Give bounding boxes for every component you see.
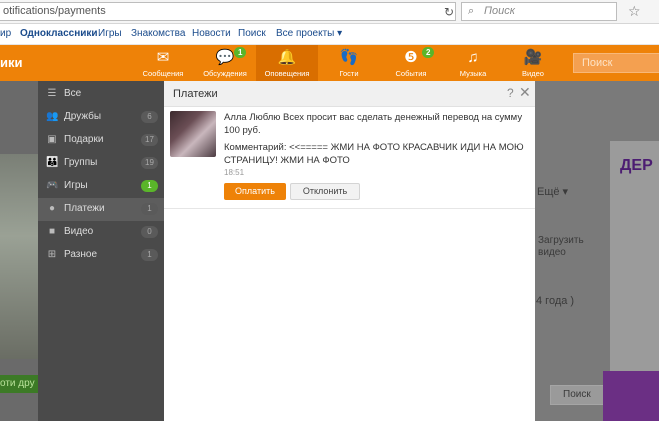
video-icon: 🎥	[523, 49, 543, 66]
background-upload-link: Загрузить	[538, 235, 584, 246]
notification-time: 18:51	[224, 168, 245, 177]
bookmark-item[interactable]: ир	[0, 28, 11, 39]
list-icon: ☰	[47, 88, 57, 99]
pay-button[interactable]: Оплатить	[224, 183, 286, 200]
gift-icon: ▣	[47, 134, 57, 145]
menu-item-payments[interactable]: ● Платежи 1	[38, 198, 164, 221]
bookmarks-bar: ир Одноклассники Игры Знакомства Новости…	[0, 24, 659, 45]
camera-icon: ■	[48, 226, 56, 237]
menu-item-video[interactable]: ■ Видео 0	[38, 221, 164, 244]
events-badge: 2	[422, 47, 435, 58]
search-icon: ⌕	[468, 5, 475, 17]
menu-item-groups[interactable]: 👪 Группы 19	[38, 152, 164, 175]
gamepad-icon: 🎮	[46, 180, 59, 191]
groups-count: 19	[141, 157, 158, 169]
nav-discussions[interactable]: 💬 1 Обсуждения	[194, 45, 256, 81]
chat-icon: 💬	[215, 49, 235, 66]
discussions-badge: 1	[234, 47, 247, 58]
nav-video[interactable]: 🎥 Видео	[502, 45, 564, 81]
payment-notification: Алла Люблю Всех просит вас сделать денеж…	[164, 107, 535, 209]
modal-title: Платежи	[173, 88, 218, 100]
bookmark-item[interactable]: Все проекты ▾	[276, 28, 342, 39]
nav-music[interactable]: ♫ Музыка	[442, 45, 504, 81]
notification-comment: Комментарий: <<===== ЖМИ НА ФОТО КРАСАВЧ…	[224, 142, 524, 166]
address-bar[interactable]: otifications/payments	[0, 2, 456, 21]
grid-icon: ⊞	[47, 249, 57, 260]
bookmark-item[interactable]: Новости	[192, 28, 231, 39]
friendships-count: 6	[141, 111, 158, 123]
group-icon: 👪	[46, 157, 59, 168]
menu-item-games[interactable]: 🎮 Игры 1	[38, 175, 164, 198]
notification-text: Алла Люблю Всех просит вас сделать денеж…	[224, 112, 523, 136]
gifts-count: 17	[141, 134, 158, 146]
bookmark-item[interactable]: Игры	[98, 28, 122, 39]
menu-item-friendships[interactable]: 👥 Дружбы 6	[38, 106, 164, 129]
payments-count: 1	[141, 203, 158, 215]
decline-button[interactable]: Отклонить	[290, 183, 360, 200]
menu-item-gifts[interactable]: ▣ Подарки 17	[38, 129, 164, 152]
close-icon[interactable]: ✕	[519, 84, 531, 101]
modal-header: Платежи ? ✕	[164, 81, 535, 107]
bookmark-star-icon[interactable]: ☆	[628, 3, 641, 20]
coin-icon: ●	[48, 203, 56, 214]
site-logo[interactable]: ики	[0, 55, 23, 70]
bookmark-item[interactable]: Одноклассники	[20, 28, 98, 39]
menu-item-all[interactable]: ☰ Все	[38, 83, 164, 106]
background-year-text: 4 года )	[536, 295, 575, 307]
events-icon: ❺	[404, 49, 418, 66]
browser-search-placeholder: Поиск	[484, 5, 515, 17]
background-green-banner: оти дру	[0, 375, 38, 393]
background-more-link: Ещё ▾	[537, 186, 569, 198]
background-ad-image	[603, 371, 659, 421]
footprints-icon: 👣	[339, 49, 359, 66]
misc-count: 1	[141, 249, 158, 261]
help-icon[interactable]: ?	[507, 86, 514, 100]
background-ad-title: ДЕР	[620, 157, 653, 174]
nav-notifications[interactable]: 🔔 Оповещения	[256, 45, 318, 81]
nav-guests[interactable]: 👣 Гости	[318, 45, 380, 81]
video-count: 0	[141, 226, 158, 238]
site-toolbar: ики ✉ Сообщения 💬 1 Обсуждения 🔔 Оповеще…	[0, 45, 659, 81]
payments-modal: Платежи ? ✕ Алла Люблю Всех просит вас с…	[164, 81, 535, 421]
music-icon: ♫	[467, 49, 479, 66]
reload-icon[interactable]: ↻	[441, 4, 457, 20]
site-search-input[interactable]: Поиск	[573, 53, 659, 73]
envelope-icon: ✉	[156, 49, 170, 66]
menu-item-misc[interactable]: ⊞ Разное 1	[38, 244, 164, 267]
users-icon: 👥	[46, 111, 59, 122]
bell-icon: 🔔	[277, 49, 297, 66]
bookmark-item[interactable]: Знакомства	[131, 28, 185, 39]
nav-messages[interactable]: ✉ Сообщения	[132, 45, 194, 81]
games-count: 1	[141, 180, 158, 192]
background-search: Поиск	[550, 385, 610, 405]
browser-toolbar: otifications/payments ↻ ⌕ Поиск ☆	[0, 0, 659, 24]
bookmark-item[interactable]: Поиск	[238, 28, 266, 39]
background-video-link: видео	[538, 247, 566, 258]
notifications-menu: ☰ Все 👥 Дружбы 6 ▣ Подарки 17 👪 Группы 1…	[38, 81, 164, 421]
browser-search-input[interactable]: ⌕ Поиск	[461, 2, 617, 21]
background-photo	[0, 154, 38, 359]
nav-events[interactable]: ❺ 2 События	[380, 45, 442, 81]
sender-avatar[interactable]	[170, 111, 216, 157]
